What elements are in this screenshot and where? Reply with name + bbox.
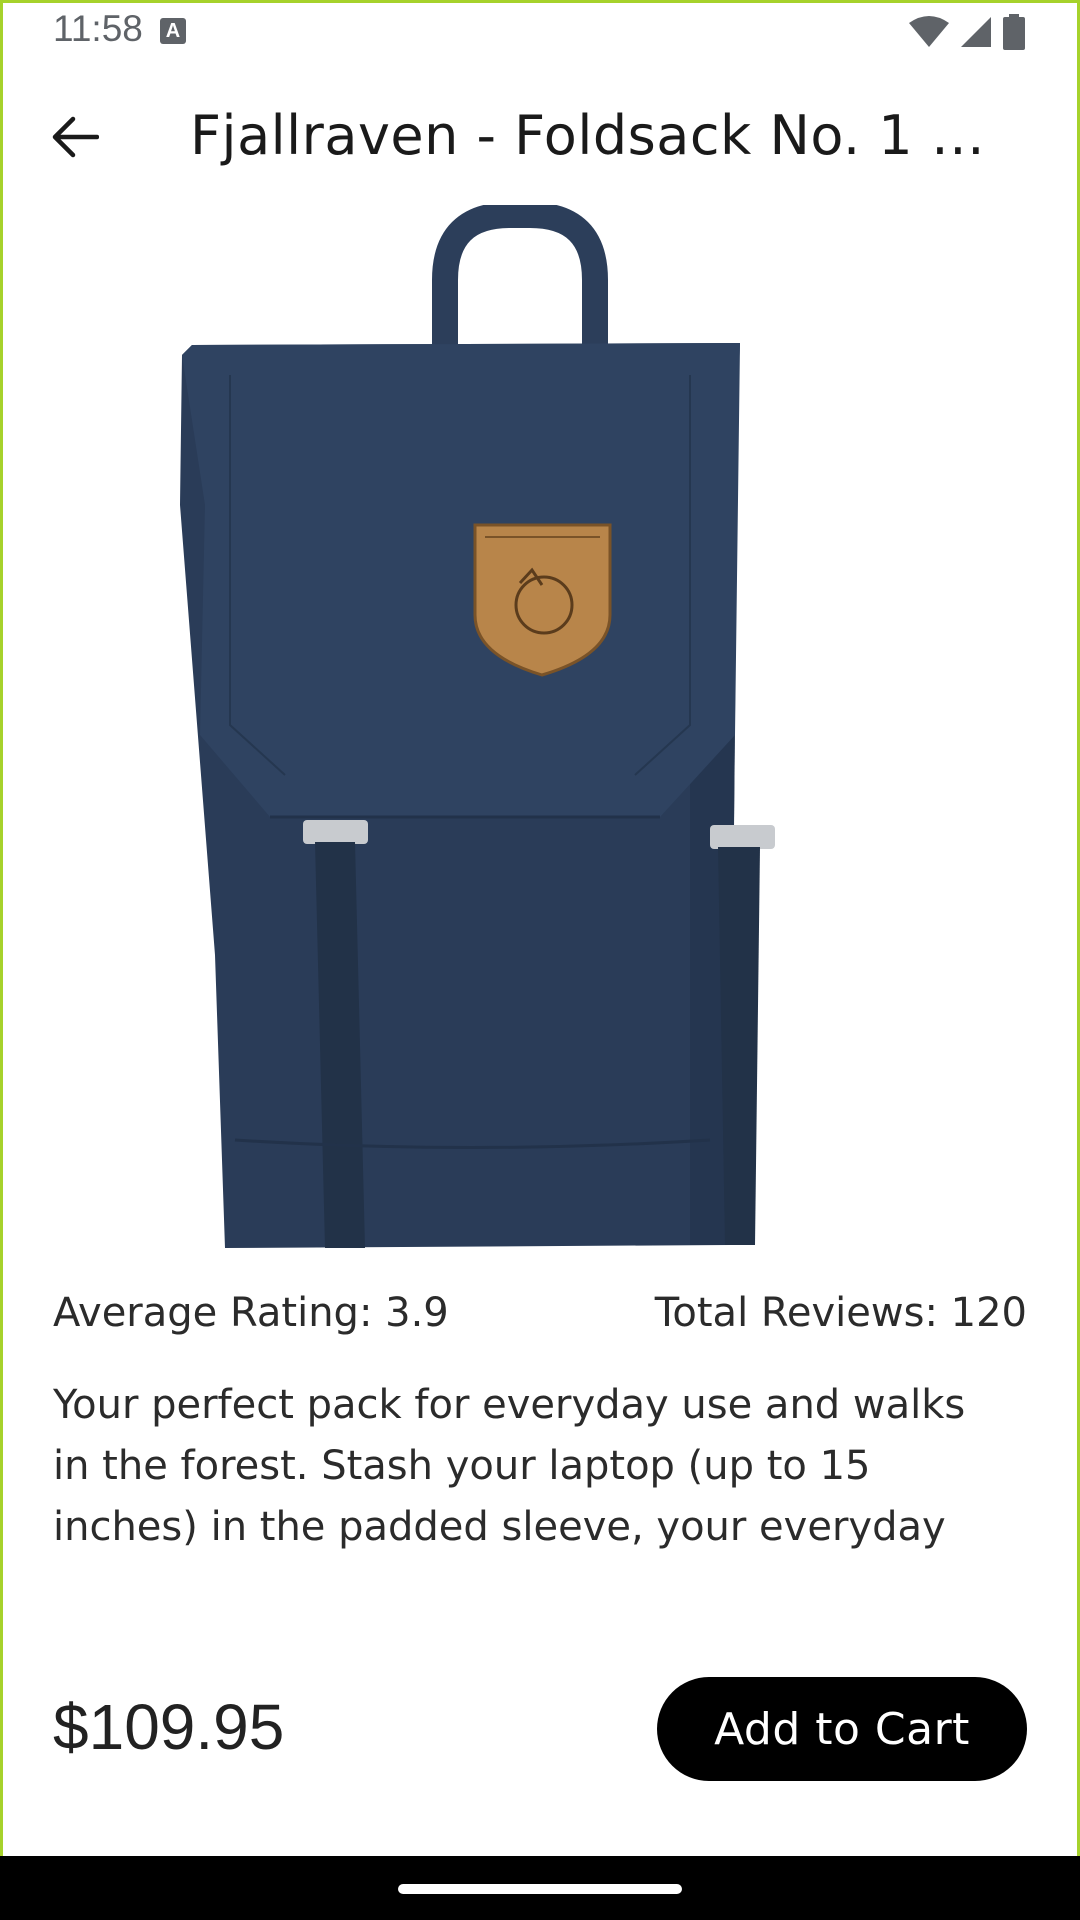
app-bar: Fjallraven - Foldsack No. 1 Backpack, Fi… — [0, 80, 1080, 200]
signal-icon — [961, 17, 991, 47]
page-title: Fjallraven - Foldsack No. 1 Backpack, Fi… — [190, 104, 1010, 167]
total-reviews: Total Reviews: 120 — [654, 1290, 1027, 1336]
average-rating: Average Rating: 3.9 — [53, 1290, 449, 1336]
product-description: Your perfect pack for everyday use and w… — [53, 1382, 966, 1550]
back-button[interactable] — [40, 102, 110, 172]
arrow-left-icon — [52, 116, 99, 158]
notification-a-icon: A — [160, 18, 186, 44]
product-image — [180, 205, 775, 1248]
product-price: $109.95 — [53, 1691, 285, 1763]
wifi-icon — [909, 16, 949, 47]
add-to-cart-button[interactable]: Add to Cart — [657, 1677, 1027, 1781]
battery-icon — [1003, 14, 1025, 50]
product-stats: Average Rating: 3.9 Total Reviews: 120 — [53, 1290, 1027, 1336]
status-icons — [909, 14, 1025, 50]
home-gesture-handle[interactable] — [398, 1884, 682, 1894]
status-bar: 11:58 A — [0, 0, 1080, 62]
status-time: 11:58 — [53, 8, 143, 49]
